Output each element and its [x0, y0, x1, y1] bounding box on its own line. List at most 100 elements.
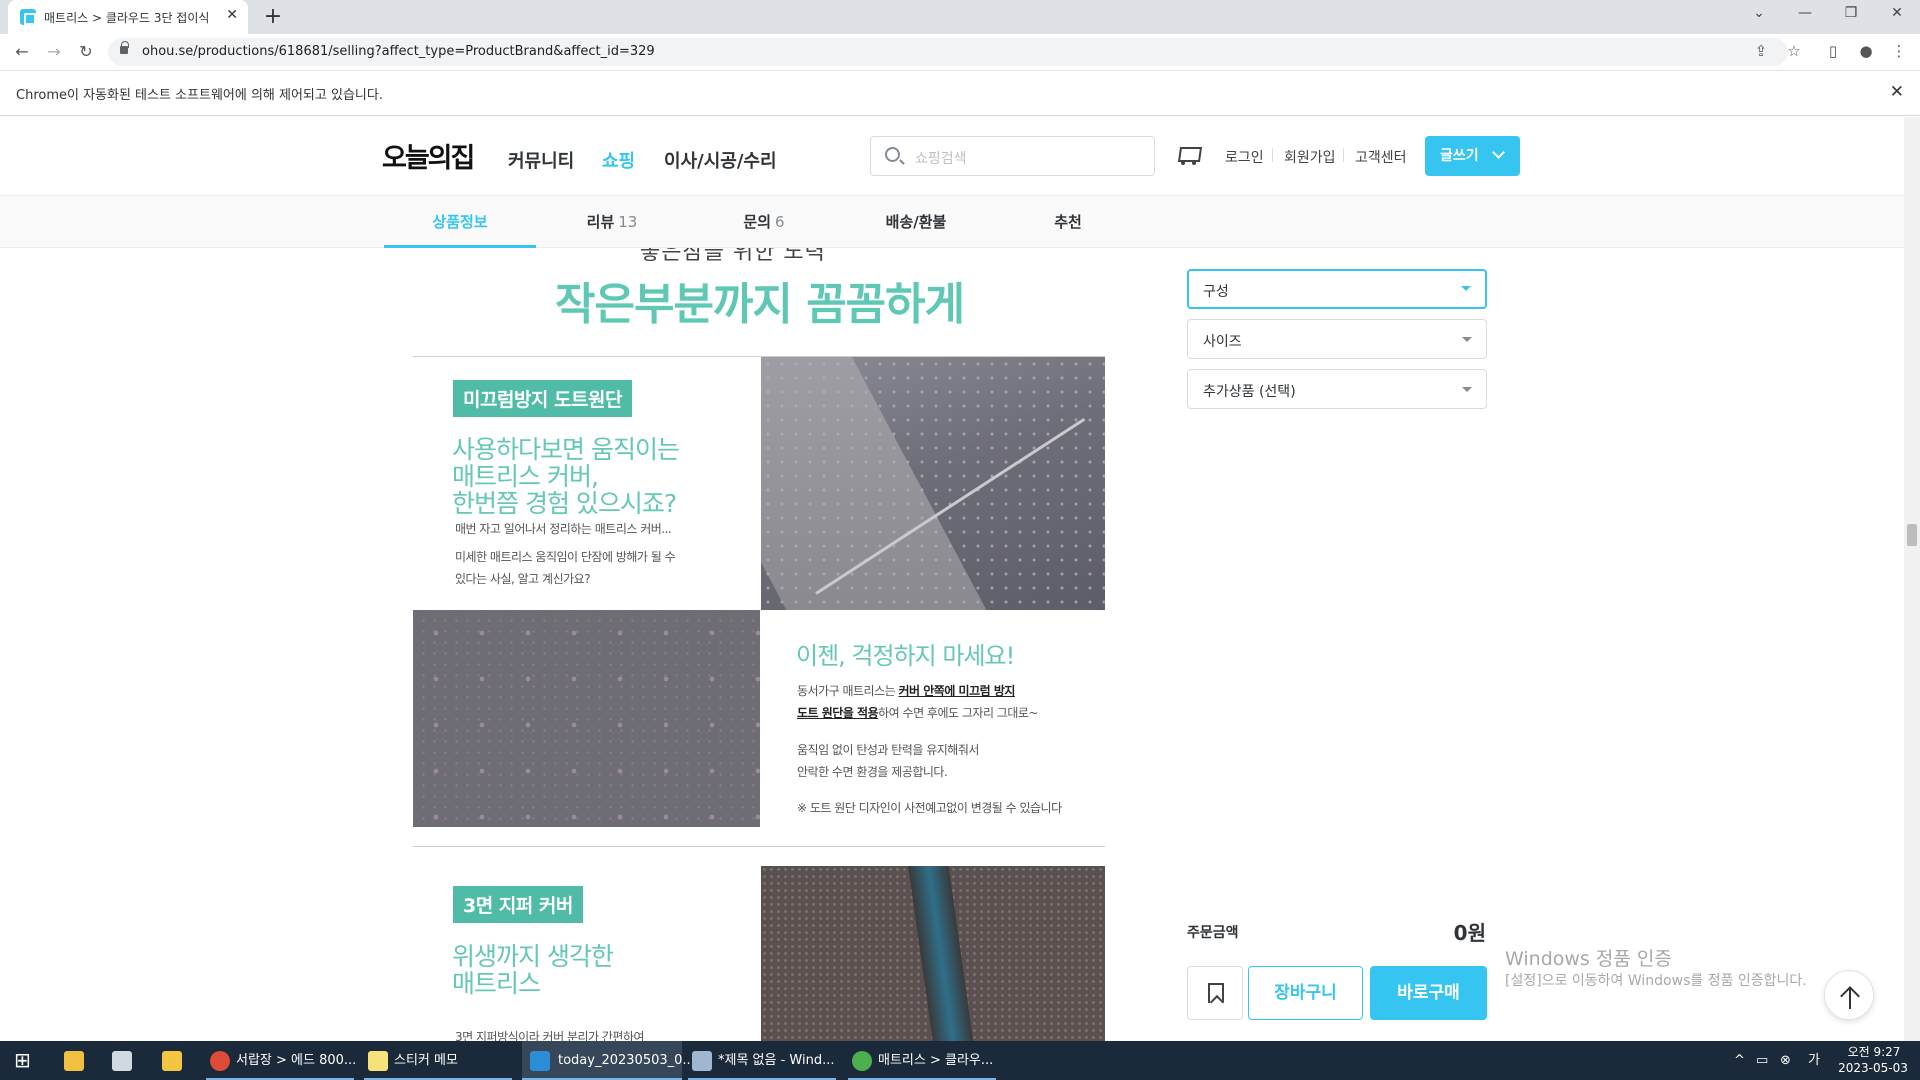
- support-link[interactable]: 고객센터: [1355, 147, 1407, 167]
- browser-tab[interactable]: 매트리스 > 클라우드 3단 접이식 ✕: [8, 0, 248, 34]
- caret-down-icon: [1462, 387, 1472, 392]
- detail-headline: 작은부분까지 꼼꼼하게: [555, 279, 965, 330]
- tab-recommend[interactable]: 추천: [992, 196, 1144, 248]
- section3-text: 3면 지퍼방식이라 커버 분리가 간편하여: [455, 1030, 645, 1041]
- automation-infobar: Chrome이 자동화된 테스트 소프트웨어에 의해 제어되고 있습니다. ✕: [0, 72, 1920, 116]
- option-select-composition[interactable]: 구성: [1187, 269, 1487, 309]
- text-line: 동서가구 매트리스는 커버 안쪽에 미끄럼 방지: [797, 680, 1038, 702]
- restore-icon[interactable]: ❐: [1836, 5, 1866, 21]
- tab-label: 리뷰: [586, 213, 615, 231]
- sticky-notes-icon: [368, 1051, 388, 1071]
- bookmark-star-icon[interactable]: ☆: [1783, 42, 1805, 60]
- new-tab-icon[interactable]: +: [260, 4, 286, 29]
- scrollbar-thumb[interactable]: [1907, 524, 1917, 546]
- login-link[interactable]: 로그인: [1225, 147, 1264, 167]
- heading-line: 매트리스 커버,: [452, 462, 599, 491]
- heading-line: 위생까지 생각한: [452, 942, 614, 971]
- signup-link[interactable]: 회원가입: [1284, 147, 1336, 167]
- tab-label: 상품정보: [432, 213, 488, 231]
- tab-product-info[interactable]: 상품정보: [384, 196, 536, 248]
- browser-tab-strip: 매트리스 > 클라우드 3단 접이식 ✕ + ⌄ — ❐ ✕: [0, 0, 1920, 34]
- close-tab-icon[interactable]: ✕: [226, 7, 238, 23]
- close-infobar-icon[interactable]: ✕: [1890, 82, 1904, 102]
- share-icon[interactable]: ⇪: [1750, 42, 1772, 60]
- volume-icon[interactable]: ⊗: [1780, 1041, 1791, 1080]
- taskbar-app[interactable]: today_20230503_0...: [522, 1041, 695, 1080]
- nav-shopping[interactable]: 쇼핑: [602, 147, 635, 173]
- nav-moving-construction[interactable]: 이사/시공/수리: [664, 147, 777, 173]
- side-panel-icon[interactable]: ▯: [1822, 42, 1844, 60]
- tab-search-icon[interactable]: ⌄: [1744, 5, 1774, 21]
- feature-badge: 3면 지퍼 커버: [453, 886, 583, 923]
- tab-reviews[interactable]: 리뷰 13: [536, 196, 688, 248]
- site-logo[interactable]: 오늘의집: [382, 136, 475, 175]
- section2-text: 움직임 없이 탄성과 탄력을 유지해줘서 안락한 수면 환경을 제공합니다.: [797, 739, 979, 783]
- option-select-size[interactable]: 사이즈: [1187, 319, 1487, 359]
- url-text: ohou.se/productions/618681/selling?affec…: [142, 44, 655, 59]
- pinned-app-icon[interactable]: [64, 1051, 84, 1071]
- clock-time[interactable]: 오전 9:27: [1844, 1043, 1904, 1060]
- lock-icon: [120, 41, 129, 54]
- forward-icon[interactable]: →: [44, 42, 64, 61]
- cart-icon[interactable]: [1176, 144, 1200, 165]
- tab-shipping-refund[interactable]: 배송/환불: [840, 196, 992, 248]
- section2-heading: 이젠, 걱정하지 마세요!: [796, 642, 1015, 670]
- tab-label: 배송/환불: [885, 213, 947, 231]
- taskbar-app[interactable]: *제목 없음 - Wind...: [688, 1041, 836, 1080]
- text-line: 있다는 사실, 알고 계신가요?: [455, 572, 591, 586]
- taskbar-app-label: today_20230503_0...: [558, 1053, 695, 1068]
- reload-icon[interactable]: ↻: [76, 42, 96, 61]
- taskbar-app[interactable]: 스티커 메모: [364, 1041, 512, 1080]
- pinned-app-icon[interactable]: [112, 1051, 132, 1071]
- option-select-addon[interactable]: 추가상품 (선택): [1187, 369, 1487, 409]
- section1-text: 미세한 매트리스 움직임이 단잠에 방해가 될 수 있다는 사실, 알고 계신가…: [455, 546, 676, 590]
- section3-heading: 위생까지 생각한 매트리스: [452, 942, 614, 998]
- search-placeholder: 쇼핑검색: [915, 151, 967, 167]
- minimize-icon[interactable]: —: [1790, 5, 1820, 21]
- tab-label: 추천: [1054, 213, 1082, 231]
- product-tabs: 상품정보 리뷰 13 문의 6 배송/환불 추천: [0, 196, 1904, 248]
- text-line: 도트 원단을 적용하여 수면 후에도 그자리 그대로~: [797, 702, 1038, 724]
- taskbar-app-label: 스티커 메모: [394, 1053, 458, 1068]
- network-icon[interactable]: ▭: [1756, 1041, 1768, 1080]
- ime-icon[interactable]: 가: [1808, 1041, 1820, 1080]
- tab-questions[interactable]: 문의 6: [688, 196, 840, 248]
- windows-start-icon[interactable]: ⊞: [14, 1041, 31, 1080]
- order-amount-label: 주문금액: [1187, 925, 1239, 941]
- bookmark-button[interactable]: [1187, 966, 1243, 1020]
- heading-line: 사용하다보면 움직이는: [452, 435, 680, 464]
- close-window-icon[interactable]: ✕: [1882, 5, 1912, 21]
- select-value: 사이즈: [1203, 334, 1242, 350]
- buy-now-button[interactable]: 바로구매: [1370, 966, 1487, 1020]
- caret-down-icon: [1462, 337, 1472, 342]
- divider: [1343, 148, 1344, 162]
- detail-top-cut-text: 좋은잠을 위한 노력: [640, 248, 826, 265]
- photo-texture: [761, 357, 1105, 610]
- taskbar-app[interactable]: 서랍장 > 에드 800...: [206, 1041, 356, 1080]
- back-icon[interactable]: ←: [12, 42, 32, 61]
- text-line: 안락한 수면 환경을 제공합니다.: [797, 765, 948, 779]
- page-scrollbar[interactable]: [1904, 117, 1920, 1041]
- section1-heading: 사용하다보면 움직이는 매트리스 커버, 한번쯤 경험 있으시죠?: [452, 435, 680, 517]
- section-divider: [413, 846, 1105, 847]
- write-button[interactable]: 글쓰기: [1425, 136, 1520, 176]
- tray-chevron-icon[interactable]: ^: [1734, 1041, 1745, 1080]
- scroll-to-top-button[interactable]: [1824, 970, 1874, 1020]
- nav-community[interactable]: 커뮤니티: [508, 147, 574, 173]
- text-emphasis: 도트 원단을 적용: [797, 706, 879, 720]
- chevron-down-icon: [1492, 146, 1505, 159]
- select-value: 추가상품 (선택): [1203, 384, 1296, 400]
- file-explorer-icon[interactable]: [162, 1051, 182, 1071]
- heading-line: 매트리스: [452, 969, 541, 998]
- address-bar[interactable]: ohou.se/productions/618681/selling?affec…: [108, 38, 1788, 66]
- profile-icon[interactable]: ●: [1855, 42, 1877, 60]
- add-to-cart-button[interactable]: 장바구니: [1248, 966, 1363, 1020]
- search-icon: [885, 147, 900, 162]
- taskbar-app[interactable]: 매트리스 > 클라우...: [848, 1041, 996, 1080]
- text-span: 하여 수면 후에도 그자리 그대로~: [878, 706, 1038, 720]
- clock-date[interactable]: 2023-05-03: [1838, 1061, 1908, 1075]
- section2-text: 동서가구 매트리스는 커버 안쪽에 미끄럼 방지 도트 원단을 적용하여 수면 …: [797, 680, 1038, 724]
- search-input[interactable]: 쇼핑검색: [870, 136, 1155, 176]
- caret-down-icon: [1461, 286, 1471, 291]
- menu-icon[interactable]: ⋮: [1888, 42, 1910, 60]
